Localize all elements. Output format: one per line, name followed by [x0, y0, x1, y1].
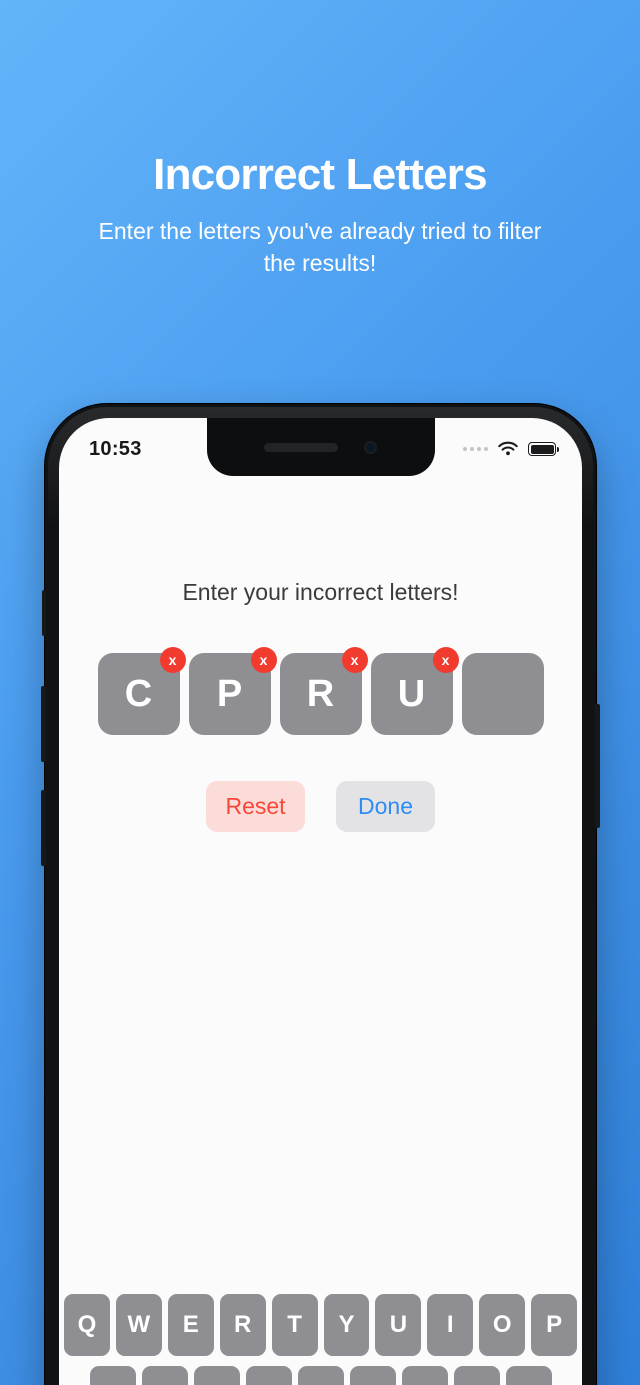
remove-letter-icon[interactable]: x: [432, 647, 459, 673]
key-s[interactable]: S: [141, 1366, 188, 1385]
prompt-text: Enter your incorrect letters!: [182, 579, 459, 605]
remove-letter-icon[interactable]: x: [159, 647, 186, 673]
remove-letter-icon[interactable]: x: [250, 647, 277, 673]
status-bar-clock: 10:53: [89, 437, 142, 460]
key-e[interactable]: E: [167, 1294, 214, 1356]
wifi-icon: [498, 441, 518, 456]
keyboard: Q W E R T Y U I O P A S D F G H: [59, 1284, 582, 1385]
letter-tile-letter: R: [306, 672, 335, 715]
earpiece-speaker-icon: [264, 442, 338, 452]
app-content: Enter your incorrect letters! C x P x R …: [59, 476, 582, 1385]
letter-tile-letter: P: [216, 672, 243, 715]
action-buttons: Reset Done: [59, 781, 582, 832]
key-r[interactable]: R: [219, 1294, 266, 1356]
page-title: Incorrect Letters: [153, 150, 487, 199]
letter-tile[interactable]: U x: [370, 647, 459, 735]
key-i[interactable]: I: [427, 1294, 474, 1356]
letter-tile-empty[interactable]: [461, 653, 544, 735]
remove-letter-icon[interactable]: x: [341, 647, 368, 673]
phone-mockup: 10:53 Enter your incorrect letters! C x: [41, 404, 600, 1385]
key-j[interactable]: J: [401, 1366, 448, 1385]
key-g[interactable]: G: [297, 1366, 344, 1385]
key-a[interactable]: A: [89, 1366, 136, 1385]
key-y[interactable]: Y: [323, 1294, 370, 1356]
key-d[interactable]: D: [193, 1366, 240, 1385]
volume-down-button[interactable]: [41, 790, 46, 866]
promo-header: Incorrect Letters Enter the letters you'…: [0, 0, 640, 280]
key-o[interactable]: O: [479, 1294, 526, 1356]
letter-tile-letter: C: [124, 672, 153, 715]
key-t[interactable]: T: [271, 1294, 318, 1356]
reset-button[interactable]: Reset: [206, 781, 305, 832]
keyboard-row-1: Q W E R T Y U I O P: [63, 1294, 578, 1356]
key-p[interactable]: P: [531, 1294, 578, 1356]
letter-tile[interactable]: P x: [188, 647, 277, 735]
phone-screen: 10:53 Enter your incorrect letters! C x: [59, 418, 582, 1385]
letter-tile[interactable]: R x: [279, 647, 368, 735]
cellular-dots-icon: [463, 447, 488, 451]
notch: [206, 418, 435, 476]
done-button[interactable]: Done: [336, 781, 435, 832]
key-u[interactable]: U: [375, 1294, 422, 1356]
key-l[interactable]: L: [505, 1366, 552, 1385]
front-camera-icon: [364, 440, 377, 454]
key-w[interactable]: W: [115, 1294, 162, 1356]
power-button[interactable]: [595, 704, 600, 828]
battery-full-icon: [528, 442, 559, 456]
promo-subtitle: Enter the letters you've already tried t…: [98, 218, 542, 276]
silent-switch-button[interactable]: [42, 590, 46, 636]
volume-up-button[interactable]: [41, 686, 46, 762]
key-h[interactable]: H: [349, 1366, 396, 1385]
status-bar-indicators: [463, 441, 559, 457]
keyboard-row-2: A S D F G H J K L: [64, 1366, 577, 1385]
key-k[interactable]: K: [453, 1366, 500, 1385]
letter-tile-letter: U: [397, 672, 426, 715]
key-q[interactable]: Q: [63, 1294, 110, 1356]
letter-tile[interactable]: C x: [97, 647, 186, 735]
key-f[interactable]: F: [245, 1366, 292, 1385]
letter-tiles: C x P x R x U x: [59, 647, 582, 735]
